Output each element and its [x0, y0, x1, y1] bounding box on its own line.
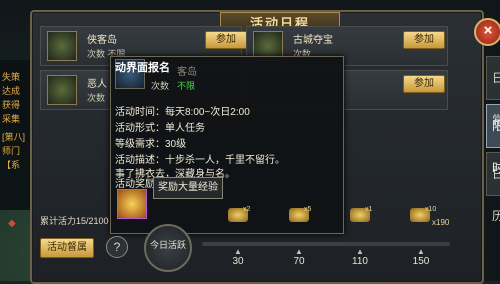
- final-reward-count: x190: [432, 218, 450, 227]
- event-name: 古城夺宝: [293, 35, 333, 46]
- event-count: 次数: [87, 93, 106, 103]
- join-button[interactable]: 参加: [403, 31, 445, 49]
- left-hud-line: 获得: [2, 100, 21, 110]
- milestone-arrow-icon: ▲: [417, 247, 425, 256]
- help-icon[interactable]: ?: [106, 236, 128, 258]
- tab-limited-time[interactable]: 限时: [486, 104, 500, 175]
- left-hud-line: 师门: [2, 146, 21, 156]
- join-button[interactable]: 参加: [205, 31, 247, 49]
- activity-description: 活动描述：十步杀一人，千里不留行。: [115, 155, 285, 166]
- event-name: 恶人: [87, 79, 107, 90]
- popup-title: 动界面报名: [115, 62, 170, 74]
- popup-header: 动界面报名 客岛 次数 不限: [111, 57, 343, 97]
- count-value: 不限: [177, 81, 196, 91]
- milestone-30: ▲ 30: [223, 247, 253, 268]
- milestone-110: ▲ 110: [345, 247, 375, 268]
- event-icon: [47, 75, 77, 105]
- milestone-reward-count: x5: [304, 206, 312, 213]
- join-button[interactable]: 参加: [403, 75, 445, 93]
- bead-icon: ◆: [8, 218, 16, 229]
- close-button[interactable]: ×: [474, 18, 500, 46]
- activity-form: 活动形式：单人任务: [115, 123, 205, 134]
- reward-label: 活动奖励: [115, 179, 155, 190]
- milestone-arrow-icon: ▲: [356, 247, 364, 256]
- milestone-arrow-icon: ▲: [234, 247, 242, 256]
- activity-progress-track: [202, 242, 450, 246]
- vitality-button[interactable]: 活动督属: [40, 238, 94, 258]
- vine-decoration-left: ◆: [0, 210, 40, 280]
- left-hud-line: 【系: [2, 160, 21, 170]
- tab-calendar[interactable]: 日历: [486, 152, 500, 223]
- count-label: 次数: [151, 81, 170, 91]
- tab-daily[interactable]: 日常: [486, 56, 500, 127]
- left-hud-line: 采集: [2, 114, 21, 124]
- event-icon: [47, 31, 77, 61]
- vitality-total: 累计活力15/2100: [40, 216, 109, 226]
- activity-time: 活动时间：每天8:00~次日2:00: [115, 107, 250, 118]
- milestone-150: ▲ 150: [406, 247, 436, 268]
- event-name: 侠客岛: [87, 35, 117, 46]
- popup-ghost-text: 客岛: [177, 67, 197, 78]
- reward-tooltip: 奖励大量经验: [153, 177, 223, 199]
- left-hud-line: [第八]: [2, 132, 26, 142]
- milestone-reward-count: x1: [365, 206, 373, 213]
- left-hud-line: 达成: [2, 86, 21, 96]
- side-tab-list: 日常 限时 日历: [486, 56, 500, 223]
- milestone-arrow-icon: ▲: [295, 247, 303, 256]
- milestone-reward-count: x2: [243, 206, 251, 213]
- milestone-70: ▲ 70: [284, 247, 314, 268]
- vitality-bar-area: 累计活力15/2100 活动督属 ? 今日活跃 x2 x5 x1 x10 x19…: [30, 206, 480, 280]
- today-activity-label: 今日活跃: [150, 240, 187, 250]
- left-hud-line: 失策: [2, 72, 21, 82]
- level-requirement: 等级需求：30级: [115, 139, 187, 150]
- milestone-reward-count: x10: [425, 206, 437, 213]
- vine-decoration-right: [448, 210, 498, 280]
